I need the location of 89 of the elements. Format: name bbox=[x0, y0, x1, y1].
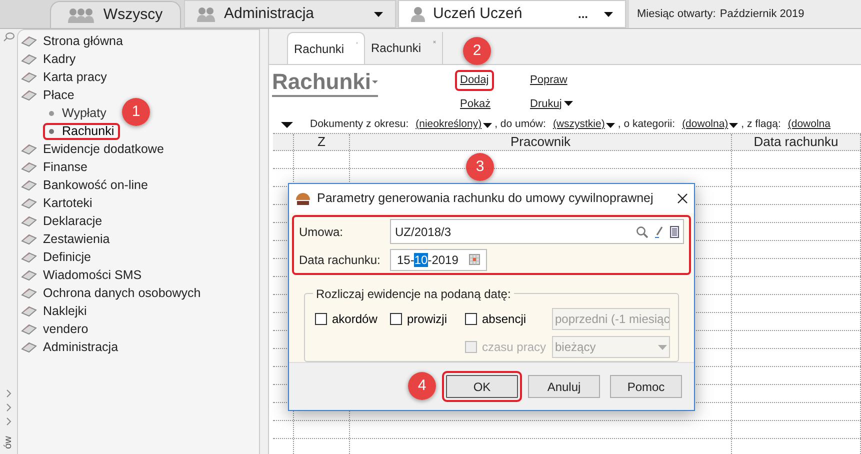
tile-icon bbox=[21, 232, 37, 246]
employee-field[interactable]: Uczeń Uczeń ... bbox=[398, 0, 626, 28]
tile-icon bbox=[21, 196, 37, 210]
action-link[interactable]: Pokaż bbox=[455, 94, 496, 114]
app-logo-icon bbox=[295, 192, 311, 206]
tile-icon bbox=[21, 52, 37, 66]
action-link[interactable]: Popraw bbox=[525, 70, 572, 90]
caret-icon bbox=[604, 12, 613, 16]
tile-icon bbox=[21, 178, 37, 192]
filter-dropdown[interactable]: (dowolna) bbox=[682, 117, 738, 133]
tile-icon bbox=[21, 160, 37, 174]
dialog-button[interactable]: Anuluj bbox=[528, 375, 600, 398]
more-button[interactable]: ... bbox=[578, 5, 588, 23]
tile-icon bbox=[21, 268, 37, 282]
tile-icon bbox=[21, 34, 37, 48]
bullet-icon bbox=[49, 110, 54, 116]
search-icon[interactable] bbox=[636, 226, 648, 238]
dialog-button[interactable]: Pomoc bbox=[610, 375, 682, 398]
month-label: Miesiąc otwarty: bbox=[637, 6, 716, 22]
collapse-icon[interactable] bbox=[281, 122, 293, 128]
column-header[interactable]: Z bbox=[318, 133, 326, 152]
caret-icon bbox=[606, 122, 615, 128]
document-tab[interactable]: Rachunki bbox=[365, 32, 443, 64]
tile-icon bbox=[21, 142, 37, 156]
sidebar-item[interactable]: vendero bbox=[18, 320, 88, 338]
people-icon bbox=[197, 6, 216, 22]
caret-icon bbox=[482, 122, 492, 128]
sidebar-item[interactable]: Administracja bbox=[18, 338, 118, 356]
sidebar-subitem[interactable]: Wypłaty bbox=[43, 104, 112, 122]
sidebar-item[interactable]: Strona główna bbox=[18, 32, 123, 50]
pencil-icon[interactable] bbox=[654, 226, 664, 238]
sidebar-item[interactable]: Ochrona danych osobowych bbox=[18, 284, 201, 302]
caret-icon bbox=[564, 101, 573, 106]
field-label: Umowa: bbox=[299, 224, 344, 240]
action-link[interactable]: Drukuj bbox=[525, 94, 578, 114]
list-icon[interactable] bbox=[670, 226, 679, 238]
sidebar-item[interactable]: Zestawienia bbox=[18, 230, 110, 248]
tile-icon bbox=[21, 88, 37, 102]
checkbox[interactable]: absencji bbox=[465, 310, 552, 328]
sidebar-item[interactable]: Naklejki bbox=[18, 302, 87, 320]
tile-icon bbox=[21, 286, 37, 300]
tile-icon bbox=[21, 340, 37, 354]
people-icon bbox=[68, 7, 96, 23]
date-field[interactable]: 15-10-2019 bbox=[390, 248, 487, 270]
person-icon bbox=[411, 6, 425, 22]
calendar-icon[interactable] bbox=[469, 254, 480, 265]
sidebar-item[interactable]: Ewidencje dodatkowe bbox=[18, 140, 164, 158]
sidebar-item[interactable]: Wiadomości SMS bbox=[18, 266, 142, 284]
action-link[interactable]: Dodaj bbox=[455, 70, 494, 90]
contract-field[interactable]: UZ/2018/3 bbox=[390, 219, 684, 244]
close-icon[interactable] bbox=[677, 193, 688, 204]
filter-dropdown[interactable]: (wszystkie) bbox=[552, 117, 615, 133]
tile-icon bbox=[21, 304, 37, 318]
filter-label: , z flagą: bbox=[741, 117, 781, 132]
caret-icon bbox=[372, 80, 378, 84]
checkbox[interactable]: akordów bbox=[315, 310, 390, 328]
sidebar-item[interactable]: Kadry bbox=[18, 50, 76, 68]
department-dropdown[interactable]: Administracja bbox=[184, 0, 396, 28]
page-title[interactable]: Rachunki bbox=[272, 69, 378, 97]
month-value: Październik 2019 bbox=[720, 6, 804, 22]
sidebar-subitem[interactable]: Rachunki bbox=[43, 122, 120, 140]
sidebar-item[interactable]: Finanse bbox=[18, 158, 88, 176]
group-tab[interactable]: Wszyscy bbox=[50, 1, 181, 28]
tile-icon bbox=[21, 322, 37, 336]
caret-icon bbox=[374, 12, 383, 16]
sidebar-item[interactable]: Definicje bbox=[18, 248, 91, 266]
sidebar-item[interactable]: Płace bbox=[18, 86, 74, 104]
checkbox[interactable]: prowizji bbox=[390, 310, 465, 328]
column-header[interactable]: Pracownik bbox=[510, 133, 570, 152]
filter-label: , o kategorii: bbox=[618, 117, 676, 132]
sidebar-item[interactable]: Deklaracje bbox=[18, 212, 102, 230]
bullet-icon bbox=[49, 128, 54, 134]
filter-label: Dokumenty z okresu: bbox=[310, 117, 409, 132]
sidebar-caption: ów bbox=[2, 436, 15, 449]
filter-dropdown[interactable]: (nieokreślony) bbox=[416, 117, 492, 133]
filter-label: , do umów: bbox=[494, 117, 546, 132]
sidebar-item[interactable]: Bankowość on-line bbox=[18, 176, 148, 194]
tile-icon bbox=[21, 70, 37, 84]
tile-icon bbox=[21, 250, 37, 264]
dialog-title: Parametry generowania rachunku do umowy cywilnoprawnej bbox=[317, 190, 654, 208]
sidebar-item[interactable]: Karta pracy bbox=[18, 68, 107, 86]
caret-icon bbox=[729, 122, 738, 128]
field-label: Data rachunku: bbox=[299, 252, 382, 268]
column-header[interactable]: Data rachunku bbox=[754, 133, 838, 152]
filter-dropdown[interactable]: (dowolna bbox=[788, 117, 830, 133]
caret-icon bbox=[658, 344, 667, 350]
sidebar-item[interactable]: Kartoteki bbox=[18, 194, 92, 212]
document-tab[interactable]: Rachunki bbox=[287, 32, 365, 64]
tile-icon bbox=[21, 214, 37, 228]
